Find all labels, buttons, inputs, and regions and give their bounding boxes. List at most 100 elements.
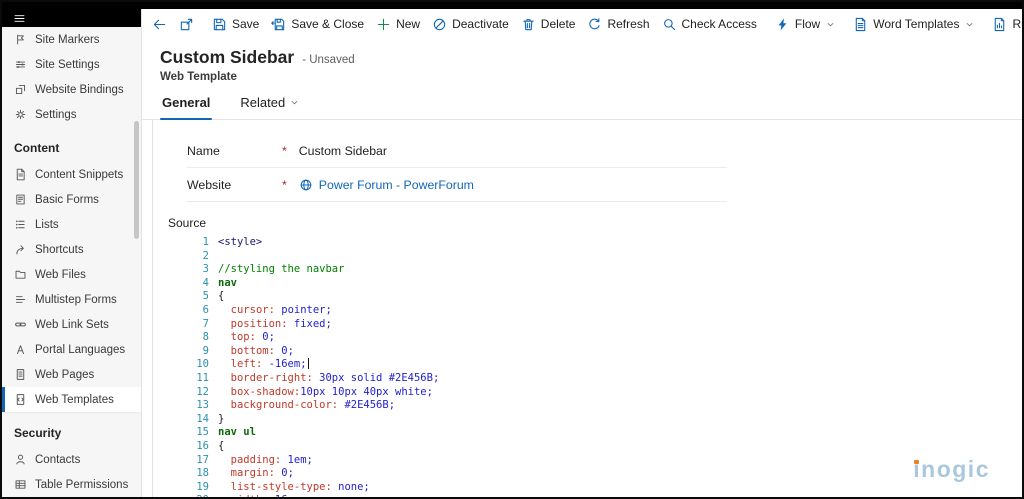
sidebar-item-web-link-sets[interactable]: Web Link Sets [2,312,141,337]
word-templates-button[interactable]: Word Templates [847,13,980,36]
sidebar-header [2,9,141,27]
sidebar-item-label: Web Templates [35,394,114,406]
sidebar-item-content-snippets[interactable]: Content Snippets [2,162,141,187]
sidebar-item-label: Web Pages [35,369,94,381]
shortcut-icon [14,243,27,256]
run-report-button[interactable]: Run Report [986,13,1024,36]
sidebar-item-lists[interactable]: Lists [2,212,141,237]
app-window: Site Markers Site Settings Website Binding… [0,0,1024,499]
sidebar-item-label: Table Permissions [35,479,128,491]
doc-icon [14,368,27,381]
tab-general[interactable]: General [160,95,212,119]
code-line: 3//styling the navbar [175,263,1022,277]
sidebar-item-web-templates[interactable]: Web Templates [2,387,141,412]
sidebar-item-settings[interactable]: Settings [2,102,141,127]
sidebar-section-header: Security [2,412,141,447]
code-line: 8 top: 0; [175,331,1022,345]
lookup-value-link[interactable]: Power Forum - PowerForum [299,178,474,192]
sidebar-scrollbar-thumb[interactable] [134,121,139,239]
line-number: 13 [175,399,209,413]
line-number: 7 [175,318,209,332]
line-number: 9 [175,345,209,359]
code-line: 18 margin: 0; [175,467,1022,481]
line-number: 18 [175,467,209,481]
sidebar-item-multistep-forms[interactable]: Multistep Forms [2,287,141,312]
save-icon [212,17,227,32]
code-text: padding: 1em; [218,454,313,468]
open-in-new-window-button[interactable] [173,13,200,36]
flow-button[interactable]: Flow [769,13,841,36]
line-number: 11 [175,372,209,386]
check-access-button[interactable]: Check Access [656,13,763,36]
sidebar-item-label: Site Settings [35,59,100,71]
save-button[interactable]: Save [206,13,265,36]
record-save-status: - Unsaved [302,54,354,66]
field-value-text: Custom Sidebar [299,144,387,158]
commandbar-button-label: Save [232,17,259,31]
code-text: margin: 0; [218,467,294,481]
refresh-button[interactable]: Refresh [581,13,655,36]
commandbar-button-label: Run Report [1012,17,1024,31]
sidebar-item-site-markers[interactable]: Site Markers [2,27,141,52]
person-icon [14,453,27,466]
tab-related[interactable]: Related [238,95,301,119]
hamburger-menu-icon[interactable] [13,12,26,25]
sidebar-item-label: Web Files [35,269,86,281]
code-line: 1<style> [175,236,1022,250]
sidebar-item-table-permissions[interactable]: Table Permissions [2,472,141,497]
save-and-close-button[interactable]: Save & Close [265,13,370,36]
back-button[interactable] [146,13,173,36]
sliders-icon [14,58,27,71]
saveclose-icon [271,17,286,32]
form-tabs: General Related [142,83,1022,120]
required-asterisk: * [282,178,287,192]
code-line: 7 position: fixed; [175,318,1022,332]
commandbar-button-label: Delete [541,17,576,31]
new-button[interactable]: New [370,13,426,36]
field-value[interactable]: Custom Sidebar [299,144,387,158]
sidebar-item-website-bindings[interactable]: Website Bindings [2,77,141,102]
sidebar-item-label: Contacts [35,454,80,466]
sidebar-item-label: Content Snippets [35,169,123,181]
code-text: } [218,413,224,427]
sidebar-item-label: Settings [35,109,77,121]
window-top-strip [2,2,1022,9]
watermark-dot [914,460,919,465]
multistep-icon [14,293,27,306]
line-number: 15 [175,426,209,440]
list-icon [14,218,27,231]
code-text: { [218,440,224,454]
sidebar-item-label: Shortcuts [35,244,84,256]
source-code-editor[interactable]: 1<style>23//styling the navbar4nav5{6 cu… [175,236,1022,497]
sidebar-item-label: Multistep Forms [35,294,117,306]
commandbar-button-label: Deactivate [452,17,509,31]
delete-button[interactable]: Delete [515,13,582,36]
text-caret [308,358,310,369]
sitemap-sidebar: Site Markers Site Settings Website Binding… [2,9,142,497]
commandbar-button-label: Word Templates [873,17,959,31]
sidebar-item-label: Portal Languages [35,344,125,356]
sidebar-item-contacts[interactable]: Contacts [2,447,141,472]
code-line: 12 box-shadow:10px 10px 40px white; [175,386,1022,400]
sidebar-item-portal-languages[interactable]: Portal Languages [2,337,141,362]
deactivate-button[interactable]: Deactivate [426,13,515,36]
globe-icon [299,178,313,192]
table-icon [14,478,27,491]
sidebar-item-label: Site Markers [35,34,100,46]
sidebar-item-web-pages[interactable]: Web Pages [2,362,141,387]
line-number: 2 [175,250,209,264]
form-content-inner: Name*Custom SidebarWebsite*Power Forum -… [152,120,1022,497]
gear-icon [14,108,27,121]
sidebar-item-web-files[interactable]: Web Files [2,262,141,287]
code-line: 5{ [175,290,1022,304]
popout-icon [179,17,194,32]
command-bar: Save Save & CloseNew Deactivate Delete Refre… [142,9,1022,39]
code-text: bottom: 0; [218,345,294,359]
sidebar-item-site-settings[interactable]: Site Settings [2,52,141,77]
code-text: background-color: #2E456B; [218,399,395,413]
record-title-row: Custom Sidebar - Unsaved [142,39,1022,68]
sidebar-item-shortcuts[interactable]: Shortcuts [2,237,141,262]
required-asterisk: * [282,144,287,158]
sidebar-item-basic-forms[interactable]: Basic Forms [2,187,141,212]
line-number: 4 [175,277,209,291]
